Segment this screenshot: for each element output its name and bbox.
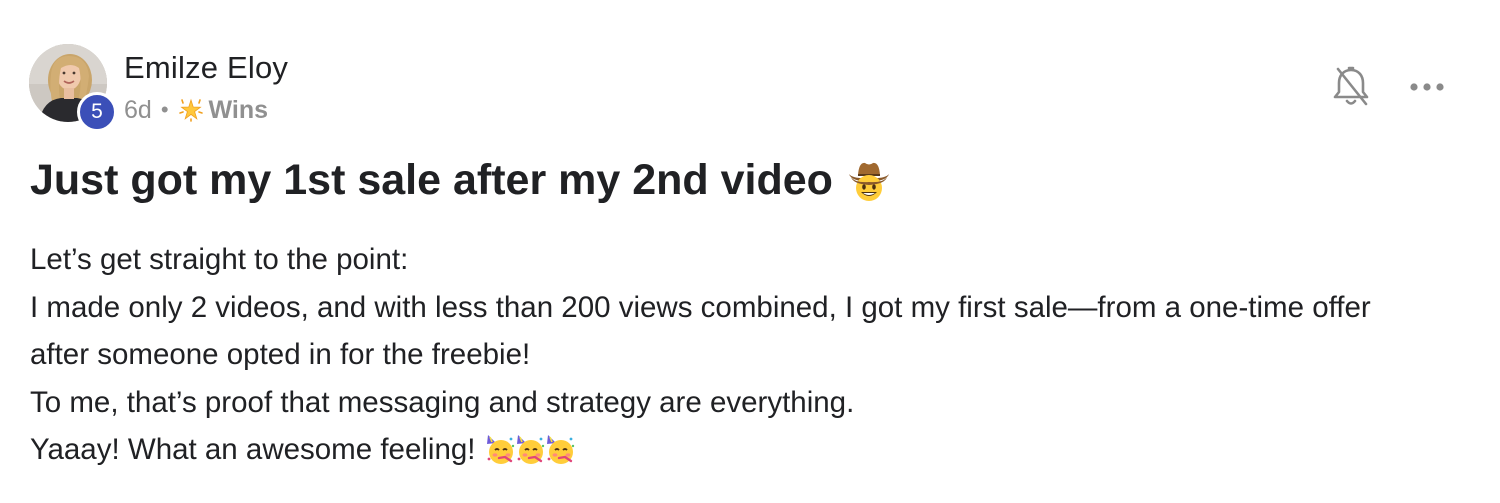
level-badge: 5 [77, 92, 117, 132]
post-body: Let’s get straight to the point: I made … [30, 236, 1480, 474]
body-paragraph: after someone opted in for the freebie! [30, 338, 531, 371]
body-last-line: Yaaay! What an awesome feeling! [30, 426, 1480, 474]
bell-off-icon[interactable] [1329, 64, 1373, 110]
post-card: 5 Emilze Eloy 6d • Wins Just got my 1st … [0, 0, 1500, 503]
post-meta: 6d • Wins [124, 94, 268, 126]
author-name[interactable]: Emilze Eloy [124, 50, 288, 86]
meta-separator: • [160, 97, 169, 122]
emoji-group [485, 426, 575, 474]
post-time[interactable]: 6d [124, 96, 152, 125]
partying-face-emoji [485, 432, 515, 464]
sparkle-star-icon [178, 97, 204, 123]
cowboy-face-emoji [847, 159, 891, 203]
body-paragraph: Let’s get straight to the point: [30, 243, 409, 276]
post-title[interactable]: Just got my 1st sale after my 2nd video [30, 156, 891, 205]
author-avatar-wrap[interactable]: 5 [29, 44, 117, 132]
post-title-text: Just got my 1st sale after my 2nd video [30, 156, 833, 204]
body-paragraph: I made only 2 videos, and with less than… [30, 290, 1371, 324]
partying-face-emoji [545, 432, 575, 464]
body-paragraph: To me, that’s proof that messaging and s… [30, 385, 855, 419]
category-label[interactable]: Wins [209, 96, 269, 125]
body-paragraph: Yaaay! What an awesome feeling! [30, 433, 476, 466]
more-horizontal-icon[interactable] [1408, 76, 1448, 98]
partying-face-emoji [515, 432, 545, 464]
